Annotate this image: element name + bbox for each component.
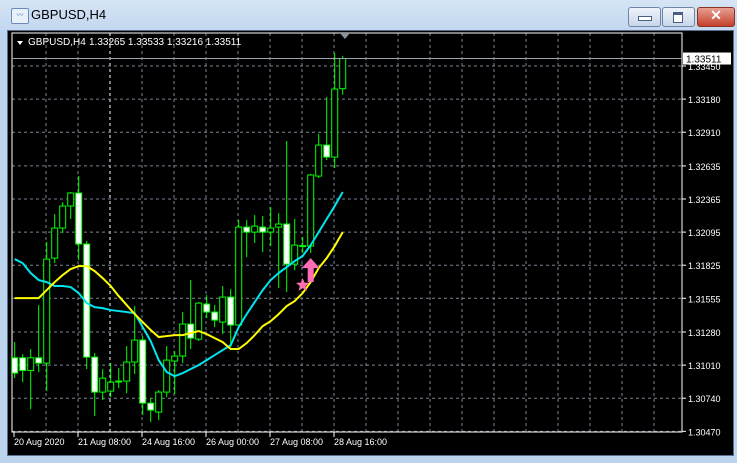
price-label: 1.32635 [688, 162, 721, 172]
candle-bear [203, 303, 211, 313]
candle-bear [91, 356, 99, 393]
candles [11, 53, 347, 423]
candle-bull [219, 296, 227, 323]
candle-bear [75, 192, 83, 245]
candle-bear [187, 323, 195, 339]
price-label: 1.31825 [688, 261, 721, 271]
candle-bull [155, 391, 163, 413]
candle-bull [27, 357, 35, 372]
price-label: 1.31010 [688, 361, 721, 371]
candle-bear [19, 357, 27, 372]
chart-symbol: GBPUSD,H4 [28, 37, 86, 48]
time-axis: 20 Aug 2020 21 Aug 08:00 24 Aug 16:00 26 Au… [13, 432, 387, 447]
time-label: 27 Aug 08:00 [270, 437, 323, 447]
candle-bull [51, 227, 59, 259]
candle-bull [131, 339, 139, 363]
candle-bear [147, 402, 155, 411]
candle-bear [139, 339, 147, 404]
candle-bull [59, 205, 67, 229]
candle-bull [251, 225, 259, 233]
price-axis: 1.334501.331801.329101.326351.323651.320… [682, 62, 721, 437]
candle-bear [323, 144, 331, 158]
candle-bull [339, 58, 347, 90]
price-label: 1.32095 [688, 228, 721, 238]
candle-bull [99, 377, 107, 393]
candle-bull [123, 361, 131, 382]
candle-bear [283, 223, 291, 265]
chart-shift-marker[interactable] [340, 33, 350, 39]
grid [12, 33, 682, 432]
time-label: 21 Aug 08:00 [78, 437, 131, 447]
candle-bull [163, 359, 171, 393]
candle-bear [243, 226, 251, 233]
candle-bull [267, 227, 275, 233]
candle-bull [195, 302, 203, 340]
price-label: 1.30470 [688, 427, 721, 437]
candle-bull [307, 174, 315, 247]
candle-bull [107, 381, 115, 392]
chart-ohlc: 1.33265 1.33533 1.33216 1.33511 [89, 37, 242, 48]
price-label: 1.32365 [688, 195, 721, 205]
candle-bull [179, 323, 187, 357]
candle-bull [67, 192, 75, 207]
collapse-triangle-icon[interactable] [17, 41, 23, 45]
price-label: 1.32910 [688, 128, 721, 138]
price-label: 1.31280 [688, 328, 721, 338]
current-price-label: 1.33511 [686, 55, 722, 66]
candle-bull [275, 223, 283, 228]
time-label: 20 Aug 2020 [14, 437, 65, 447]
candle-bull [331, 88, 339, 158]
candle-bull [299, 245, 307, 248]
candle-bull [315, 144, 323, 177]
plot-border [11, 32, 683, 433]
candle-bear [35, 357, 43, 364]
price-chart[interactable]: 1.334501.331801.329101.326351.323651.320… [0, 0, 737, 463]
candle-bull [235, 226, 243, 326]
candle-bear [115, 380, 123, 383]
star-icon [296, 278, 310, 291]
candle-bull [171, 355, 179, 362]
candle-bear [211, 311, 219, 321]
price-label: 1.31555 [688, 294, 721, 304]
candle-bear [11, 357, 19, 374]
time-label: 26 Aug 00:00 [206, 437, 259, 447]
candle-bear [259, 226, 267, 233]
candle-bear [227, 296, 235, 326]
time-label: 24 Aug 16:00 [142, 437, 195, 447]
price-label: 1.30740 [688, 394, 721, 404]
time-label: 28 Aug 16:00 [334, 437, 387, 447]
candle-bull [43, 258, 51, 364]
price-label: 1.33180 [688, 95, 721, 105]
